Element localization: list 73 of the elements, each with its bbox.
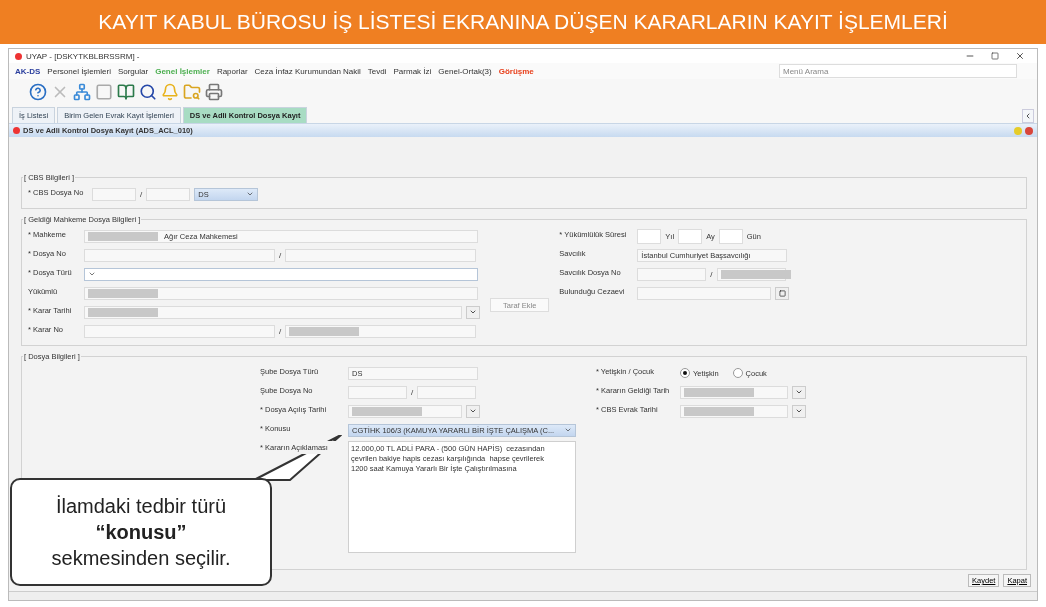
close-button[interactable] xyxy=(1025,126,1033,135)
redacted-block xyxy=(352,406,422,416)
date-field[interactable] xyxy=(680,385,788,399)
separator-text: / xyxy=(279,250,282,260)
search-field[interactable]: Menü Arama xyxy=(779,64,1017,78)
callout-text: İlamdaki tedbir türü “konusu” sekmesinden seçilir. xyxy=(51,494,231,571)
form-icon xyxy=(13,127,20,134)
text-field[interactable] xyxy=(92,187,136,201)
text-field[interactable] xyxy=(637,267,707,281)
text-field[interactable] xyxy=(348,385,407,399)
text-field[interactable] xyxy=(417,385,477,399)
caret-icon xyxy=(469,308,477,316)
date-field[interactable] xyxy=(680,404,788,418)
redacted-block xyxy=(88,307,158,317)
caret-icon xyxy=(795,407,803,415)
chevron-left-icon xyxy=(1024,112,1032,120)
lookup-button[interactable] xyxy=(775,286,790,300)
dropdown[interactable] xyxy=(84,267,478,281)
separator-text: / xyxy=(279,326,282,336)
app-icon xyxy=(15,52,22,60)
menu-item[interactable]: Tevdi xyxy=(367,66,387,76)
menu-item[interactable]: Görüşme xyxy=(498,66,534,76)
menu-item[interactable]: Personel İşlemleri xyxy=(47,66,111,76)
date-picker-button[interactable] xyxy=(792,385,806,399)
menu-item[interactable]: Sorgular xyxy=(117,66,149,76)
number-field[interactable] xyxy=(637,228,662,244)
text-field[interactable] xyxy=(285,248,477,262)
redacted-block xyxy=(720,269,791,279)
caret-icon xyxy=(795,388,803,396)
book-icon[interactable] xyxy=(117,83,135,101)
text-field[interactable] xyxy=(146,187,191,201)
radio-button[interactable] xyxy=(732,368,743,378)
caret-icon xyxy=(564,426,572,434)
menu-item[interactable]: AK-DS xyxy=(15,66,41,76)
redacted-block xyxy=(684,406,754,416)
banner-title: KAYIT KABUL BÜROSU İŞ LİSTESİ EKRANINA DÜŞEN KARARLARIN KAYIT İŞLEMLERİ xyxy=(0,0,1046,44)
redacted-block xyxy=(88,288,158,298)
number-field[interactable] xyxy=(718,228,743,244)
separator-text: / xyxy=(710,269,713,279)
number-field[interactable] xyxy=(678,228,703,244)
menu-item[interactable]: Genel-Ortak(3) xyxy=(438,66,492,76)
separator-text: / xyxy=(411,387,414,397)
date-field[interactable] xyxy=(84,305,462,319)
scroll-left-button[interactable] xyxy=(1022,109,1034,123)
text-field[interactable] xyxy=(637,286,772,300)
square-icon[interactable] xyxy=(95,83,113,101)
close-icon xyxy=(1015,51,1025,61)
text-field[interactable] xyxy=(84,324,275,338)
caret-icon xyxy=(88,270,96,278)
search-icon[interactable] xyxy=(139,83,157,101)
menu-item[interactable]: Ceza İnfaz Kurumundan Nakil xyxy=(254,66,361,76)
separator-text: / xyxy=(140,189,143,199)
date-field[interactable] xyxy=(348,404,462,418)
maximize-icon xyxy=(991,52,999,60)
text-field[interactable] xyxy=(84,286,478,300)
printer-icon[interactable] xyxy=(205,83,223,101)
date-picker-button[interactable] xyxy=(466,404,480,418)
redacted-block xyxy=(289,326,360,336)
caret-icon xyxy=(469,407,477,415)
text-field[interactable] xyxy=(285,324,477,338)
caret-icon xyxy=(246,190,255,198)
date-picker-button[interactable] xyxy=(466,305,480,319)
text-field[interactable] xyxy=(84,248,275,262)
network-icon[interactable] xyxy=(73,83,91,101)
menu-item[interactable]: Raporlar xyxy=(216,66,248,76)
radio-button[interactable] xyxy=(680,368,690,378)
folder-search-icon[interactable] xyxy=(183,83,201,101)
date-picker-button[interactable] xyxy=(792,404,806,418)
window-title: UYAP - [DSKYTKBLBRSSRM] - xyxy=(26,51,140,61)
menu-item[interactable]: Parmak İzi xyxy=(393,66,432,76)
help-icon[interactable] xyxy=(29,83,47,101)
redacted-block xyxy=(684,387,754,397)
redacted-block xyxy=(88,231,158,241)
